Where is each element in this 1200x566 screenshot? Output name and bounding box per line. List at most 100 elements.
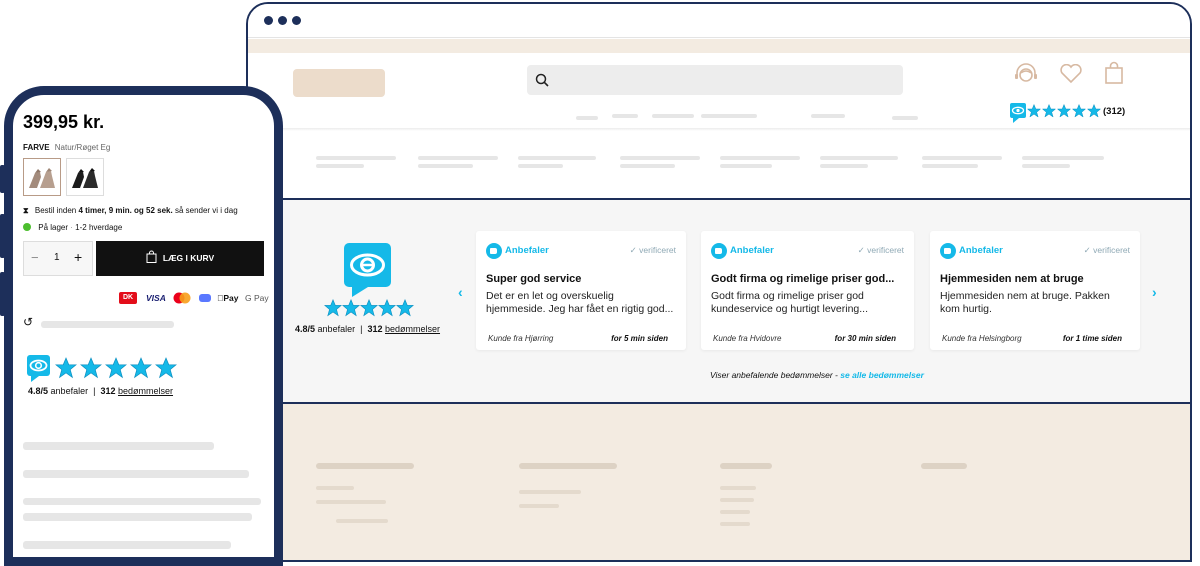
quantity-increase-button[interactable]: + xyxy=(74,249,82,265)
footer-heading-placeholder xyxy=(720,463,772,469)
thumbs-up-icon xyxy=(940,242,956,259)
review-location: Kunde fra Helsingborg xyxy=(942,334,1022,343)
text-placeholder xyxy=(316,156,396,160)
phone-rating-separator: | xyxy=(93,386,96,396)
phone-star-rating xyxy=(55,357,181,384)
star-icon xyxy=(105,357,127,379)
review-card[interactable]: Anbefaler ✓ verificeret Hjemmesiden nem … xyxy=(930,231,1140,350)
text-placeholder xyxy=(23,541,231,549)
review-card[interactable]: Anbefaler ✓ verificeret Godt firma og ri… xyxy=(701,231,914,350)
return-icon[interactable]: ↺ xyxy=(23,315,33,329)
footer-link-placeholder[interactable] xyxy=(720,486,756,490)
customer-service-icon[interactable] xyxy=(1013,62,1039,86)
widget-count: 312 xyxy=(367,324,383,334)
window-dot xyxy=(278,16,287,25)
color-swatch-natur[interactable] xyxy=(23,158,61,196)
thumbs-up-icon xyxy=(711,242,727,259)
review-time: for 1 time siden xyxy=(1062,334,1122,343)
phone-rating-count: 312 xyxy=(100,386,116,396)
color-row: FARVE Natur/Røget Eg xyxy=(23,143,110,152)
review-body: Det er en let og overskuelig hjemmeside.… xyxy=(486,290,674,315)
logo-placeholder[interactable] xyxy=(293,69,385,97)
window-dot xyxy=(264,16,273,25)
shopping-bag-icon[interactable] xyxy=(1104,61,1124,85)
desktop-browser-mock: (312) 4.8/5 anbefaler | 312 bedømmelser … xyxy=(246,2,1192,562)
delivery-time: 4 timer, 9 min. og 52 sek. xyxy=(78,206,173,215)
chevron-left-icon[interactable]: ‹ xyxy=(458,284,463,300)
heart-icon[interactable] xyxy=(1059,64,1083,84)
footer-link-placeholder[interactable] xyxy=(316,500,386,504)
quantity-decrease-button[interactable]: − xyxy=(31,250,39,265)
hourglass-icon: ⧗ xyxy=(23,206,29,215)
mastercard-icon xyxy=(173,292,191,306)
footer-link-placeholder[interactable] xyxy=(519,504,559,508)
color-swatch-black[interactable] xyxy=(66,158,104,196)
review-location: Kunde fra Hvidovre xyxy=(713,334,782,343)
nav-placeholder[interactable] xyxy=(701,114,757,118)
text-placeholder xyxy=(720,156,800,160)
delivery-prefix: Bestil inden xyxy=(34,206,77,215)
apple-pay-icon: Pay xyxy=(217,293,239,303)
review-title: Godt firma og rimelige priser god... xyxy=(711,273,895,285)
footer-link-placeholder[interactable] xyxy=(720,522,750,526)
recommend-label: Anbefaler xyxy=(505,245,549,257)
text-placeholder xyxy=(23,470,249,478)
see-all-reviews-link[interactable]: se alle bedømmelser xyxy=(840,370,924,380)
phone-rating-count-link[interactable]: bedømmelser xyxy=(118,386,173,396)
text-placeholder xyxy=(41,321,174,328)
widget-anbefaler: anbefaler xyxy=(317,324,356,334)
stock-label: På lager xyxy=(38,223,69,232)
review-body: Godt firma og rimelige priser god kundes… xyxy=(711,290,869,315)
google-pay-icon: G Pay xyxy=(245,293,269,303)
stock-status: På lager · 1-2 hverdage xyxy=(23,223,122,232)
footer-link-placeholder[interactable] xyxy=(316,486,354,490)
emaerket-logo-icon xyxy=(27,355,50,382)
star-icon xyxy=(155,357,177,379)
thumbs-up-icon xyxy=(486,242,502,259)
in-stock-icon xyxy=(23,223,31,231)
star-icon xyxy=(1056,103,1072,118)
verified-badge: ✓ verificeret xyxy=(857,245,904,255)
footer-heading-placeholder xyxy=(519,463,617,469)
star-icon xyxy=(377,299,397,317)
widget-count-link[interactable]: bedømmelser xyxy=(385,324,440,334)
nav-placeholder[interactable] xyxy=(652,114,694,118)
add-to-cart-button[interactable]: LÆG I KURV xyxy=(96,241,264,276)
footer-link-placeholder[interactable] xyxy=(519,490,581,494)
star-icon xyxy=(395,299,415,317)
footer-link-placeholder[interactable] xyxy=(336,519,388,523)
nav-placeholder[interactable] xyxy=(612,114,638,118)
footer-link-placeholder[interactable] xyxy=(720,510,750,514)
text-placeholder xyxy=(620,156,700,160)
reviews-section: 4.8/5 anbefaler | 312 bedømmelser ‹ Anbe… xyxy=(248,200,1190,403)
quantity-value[interactable]: 1 xyxy=(54,252,60,263)
review-time: for 30 min siden xyxy=(834,334,896,343)
chevron-right-icon[interactable]: › xyxy=(1152,284,1157,300)
widget-score: 4.8/5 xyxy=(295,324,316,334)
delivery-countdown: ⧗ Bestil inden 4 timer, 9 min. og 52 sek… xyxy=(23,206,238,216)
star-icon xyxy=(1071,103,1087,118)
emaerket-logo-icon xyxy=(1010,103,1026,123)
star-icon xyxy=(359,299,379,317)
recommend-label: Anbefaler xyxy=(730,245,774,257)
color-label: FARVE xyxy=(23,143,50,152)
phone-rating-score: 4.8/5 xyxy=(28,386,49,396)
text-placeholder xyxy=(922,164,978,168)
review-location: Kunde fra Hjørring xyxy=(488,334,554,343)
review-card[interactable]: Anbefaler ✓ verificeret Super god servic… xyxy=(476,231,686,350)
header-rating-count[interactable]: (312) xyxy=(1103,106,1125,117)
star-icon xyxy=(80,357,102,379)
text-placeholder xyxy=(1022,156,1104,160)
quantity-stepper[interactable]: − 1 + xyxy=(23,241,93,276)
nav-placeholder[interactable] xyxy=(811,114,845,118)
nav-placeholder[interactable] xyxy=(576,116,598,120)
color-value: Natur/Røget Eg xyxy=(54,143,111,152)
footer-link-placeholder[interactable] xyxy=(720,498,754,502)
mobilepay-icon xyxy=(198,292,212,306)
search-input[interactable] xyxy=(527,65,903,95)
star-icon xyxy=(341,299,361,317)
nav-placeholder[interactable] xyxy=(892,116,918,120)
star-icon xyxy=(1086,103,1102,118)
review-time: for 5 min siden xyxy=(611,334,668,343)
text-placeholder xyxy=(23,442,214,450)
